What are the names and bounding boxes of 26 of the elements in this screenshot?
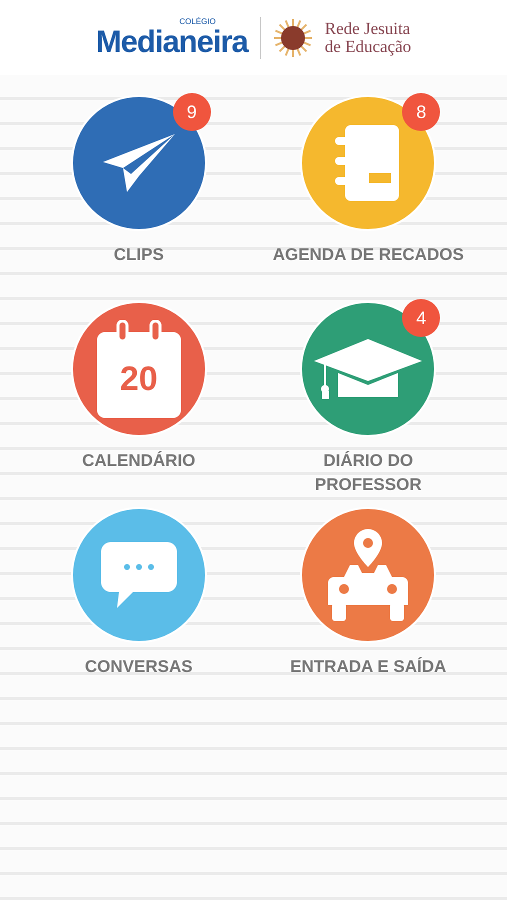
menu-label: CONVERSAS <box>84 656 193 678</box>
notification-badge: 4 <box>402 299 440 337</box>
menu-label: ENTRADA E SAÍDA <box>290 656 446 678</box>
speech-bubble-icon <box>98 540 179 610</box>
menu-tile[interactable]: 4 DIÁRIO DO PROFESSOR <box>258 301 479 499</box>
car-with-pin-icon <box>326 527 410 623</box>
calendar-day: 20 <box>96 362 181 396</box>
graduation-cap-icon <box>312 337 424 401</box>
sun-emblem-icon <box>272 18 313 58</box>
partner-name: Rede Jesuita <box>324 20 412 38</box>
menu-label: AGENDA DE RECADOS <box>272 244 464 266</box>
calendar-icon <box>96 320 181 418</box>
menu-label: CALENDÁRIO <box>82 450 196 472</box>
logo-subtitle: COLÉGIO <box>179 18 216 26</box>
notification-badge: 9 <box>172 93 211 131</box>
logo-wordmark: Medianeira <box>96 26 248 57</box>
menu-tile[interactable]: 9 CLIPS <box>28 95 250 293</box>
paper-plane-icon <box>100 132 177 194</box>
menu-tile[interactable]: 20 CALENDÁRIO <box>28 301 250 499</box>
menu-tile[interactable]: ENTRADA E SAÍDA <box>258 507 479 705</box>
notification-badge: 8 <box>402 93 440 131</box>
menu-label: CLIPS <box>114 244 164 266</box>
menu-tile[interactable]: 8 AGENDA DE RECADOS <box>258 95 479 293</box>
menu-tile[interactable]: CONVERSAS <box>28 507 250 705</box>
partner-name: de Educação <box>324 38 412 56</box>
menu-label: DIÁRIO DO PROFESSOR <box>314 450 422 496</box>
